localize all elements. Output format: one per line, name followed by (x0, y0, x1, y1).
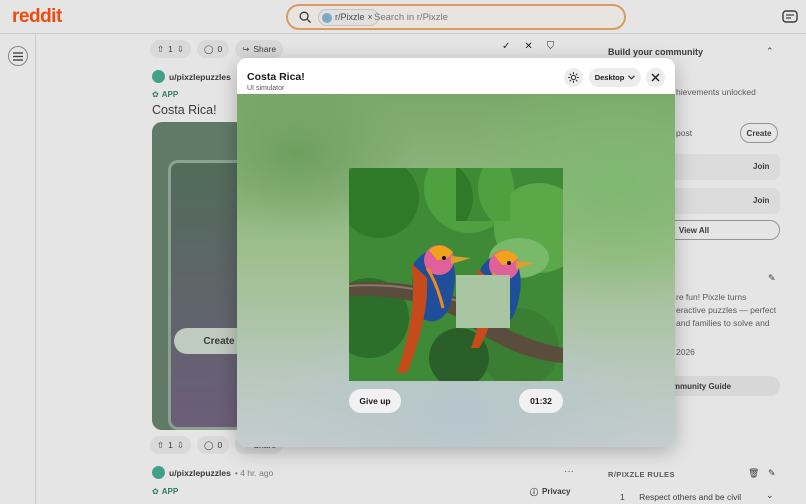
puzzle-tile[interactable] (509, 274, 563, 328)
give-up-button[interactable]: Give up (349, 389, 401, 413)
puzzle-tile[interactable] (456, 327, 510, 381)
sliding-puzzle-board[interactable] (349, 168, 563, 381)
puzzle-tile[interactable] (509, 221, 563, 275)
close-icon (651, 73, 660, 82)
puzzle-tile[interactable] (509, 327, 563, 381)
puzzle-tile[interactable] (349, 221, 403, 275)
puzzle-tile[interactable] (402, 168, 456, 222)
ui-simulator-modal: Costa Rica! UI simulator Desktop Give up (237, 58, 675, 447)
puzzle-tile[interactable] (349, 274, 403, 328)
device-select-label: Desktop (594, 73, 625, 82)
puzzle-tile[interactable] (456, 221, 510, 275)
puzzle-tile[interactable] (349, 327, 403, 381)
puzzle-tile[interactable] (402, 274, 456, 328)
theme-toggle-button[interactable] (564, 68, 583, 87)
timer: 01:32 (519, 389, 563, 413)
modal-subtitle: UI simulator (247, 85, 285, 92)
close-button[interactable] (646, 68, 665, 87)
puzzle-tile[interactable] (349, 168, 403, 222)
modal-header: Costa Rica! UI simulator Desktop (237, 58, 675, 94)
puzzle-tile[interactable] (509, 168, 563, 222)
puzzle-tile[interactable] (456, 168, 510, 222)
modal-title: Costa Rica! (247, 71, 305, 83)
chevron-down-icon (628, 75, 636, 80)
simulator-stage: Give up 01:32 (237, 94, 675, 447)
device-select[interactable]: Desktop (589, 68, 641, 87)
puzzle-tile[interactable] (402, 221, 456, 275)
puzzle-tile[interactable] (402, 327, 456, 381)
puzzle-empty-slot[interactable] (456, 274, 510, 328)
sun-icon (568, 72, 579, 83)
